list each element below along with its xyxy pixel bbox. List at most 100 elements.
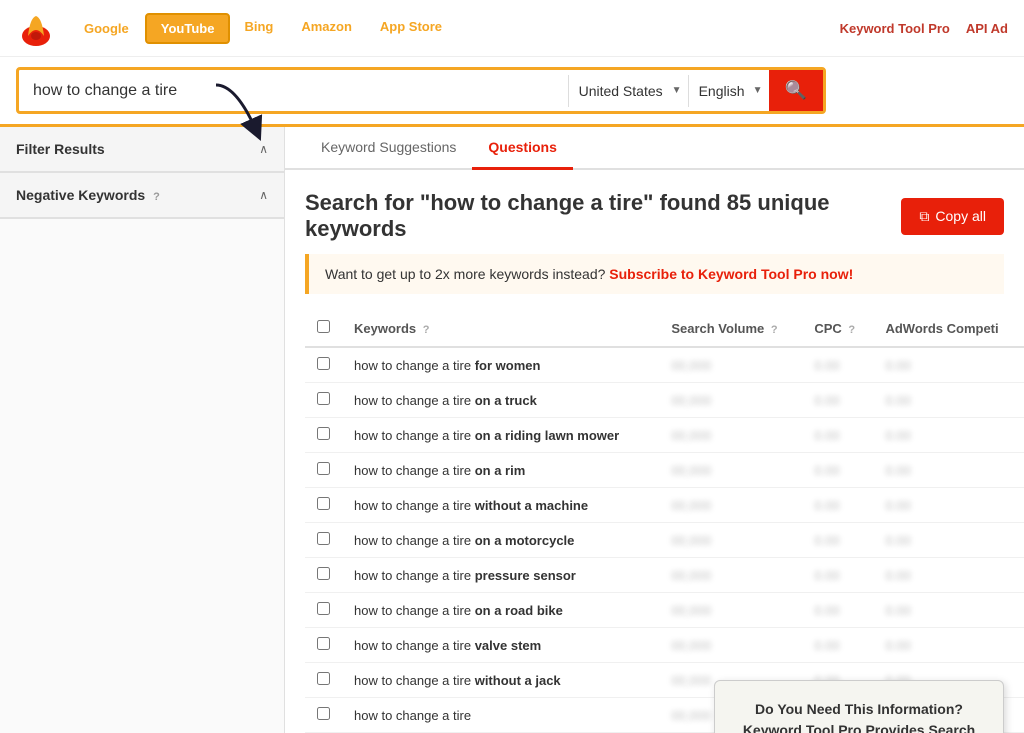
content-area: Keyword Suggestions Questions Search for… [285, 127, 1024, 733]
row-checkbox-cell [305, 488, 342, 523]
row-cpc: 0.00 [802, 383, 873, 418]
row-volume: 00,000 [659, 347, 802, 383]
table-row: how to change a tire valve stem00,0000.0… [305, 628, 1024, 663]
tab-amazon[interactable]: Amazon [287, 13, 366, 44]
table-row: how to change a tire on a motorcycle00,0… [305, 523, 1024, 558]
row-keyword: how to change a tire without a jack [342, 663, 659, 698]
table-row: how to change a tire on a road bike00,00… [305, 593, 1024, 628]
header: Google YouTube Bing Amazon App Store Key… [0, 0, 1024, 57]
header-keywords: Keywords ? [342, 310, 659, 347]
filter-results-title: Filter Results [16, 141, 105, 157]
api-link[interactable]: API Ad [966, 21, 1008, 36]
row-keyword: how to change a tire on a rim [342, 453, 659, 488]
row-checkbox[interactable] [317, 567, 330, 580]
row-cpc: 0.00 [802, 488, 873, 523]
negative-keywords-title: Negative Keywords ? [16, 187, 160, 203]
copy-all-label: Copy all [935, 208, 986, 224]
row-volume: 00,000 [659, 593, 802, 628]
tab-google[interactable]: Google [68, 13, 145, 44]
row-cpc: 0.00 [802, 418, 873, 453]
negative-keywords-chevron-icon: ∧ [259, 188, 268, 202]
header-cpc: CPC ? [802, 310, 873, 347]
table-row: how to change a tire without a machine00… [305, 488, 1024, 523]
row-checkbox[interactable] [317, 497, 330, 510]
row-adwords: 0.00 [873, 488, 1024, 523]
row-checkbox[interactable] [317, 357, 330, 370]
row-checkbox-cell [305, 558, 342, 593]
row-checkbox-cell [305, 663, 342, 698]
search-button[interactable]: 🔍 [769, 70, 823, 111]
tooltip-pro-link[interactable]: Keyword Tool Pro Provides Search Volume … [739, 722, 978, 733]
tooltip-line1: Do You Need This Information? [735, 699, 983, 720]
row-checkbox[interactable] [317, 707, 330, 720]
row-checkbox[interactable] [317, 672, 330, 685]
header-adwords: AdWords Competi [873, 310, 1024, 347]
row-keyword: how to change a tire without a machine [342, 488, 659, 523]
row-keyword: how to change a tire on a road bike [342, 593, 659, 628]
row-cpc: 0.00 [802, 558, 873, 593]
content-tabs: Keyword Suggestions Questions [285, 127, 1024, 170]
row-adwords: 0.00 [873, 453, 1024, 488]
row-volume: 00,000 [659, 628, 802, 663]
search-icon: 🔍 [785, 80, 807, 100]
search-bar: United States English 🔍 [16, 67, 826, 114]
row-checkbox-cell [305, 523, 342, 558]
row-checkbox[interactable] [317, 602, 330, 615]
row-keyword: how to change a tire for women [342, 347, 659, 383]
row-keyword: how to change a tire on a motorcycle [342, 523, 659, 558]
table-row: how to change a tire on a rim00,0000.000… [305, 453, 1024, 488]
pro-link[interactable]: Keyword Tool Pro [840, 21, 950, 36]
row-adwords: 0.00 [873, 383, 1024, 418]
row-cpc: 0.00 [802, 523, 873, 558]
results-title-prefix: Search for "how to change a tire" found [305, 190, 727, 215]
copy-all-button[interactable]: ⧉ Copy all [901, 198, 1004, 235]
tooltip-line2: Keyword Tool Pro Provides Search Volume … [735, 720, 983, 733]
country-select[interactable]: United States [568, 75, 688, 107]
header-left: Google YouTube Bing Amazon App Store [16, 8, 456, 48]
header-search-volume: Search Volume ? [659, 310, 802, 347]
row-checkbox[interactable] [317, 392, 330, 405]
row-cpc: 0.00 [802, 628, 873, 663]
select-all-checkbox[interactable] [317, 320, 330, 333]
tab-bing[interactable]: Bing [230, 13, 287, 44]
tab-youtube[interactable]: YouTube [145, 13, 231, 44]
sidebar-filter-section: Filter Results ∧ [0, 127, 284, 173]
row-checkbox[interactable] [317, 637, 330, 650]
row-checkbox[interactable] [317, 462, 330, 475]
keywords-table: Keywords ? Search Volume ? CPC ? AdWor [305, 310, 1024, 733]
table-container: Keywords ? Search Volume ? CPC ? AdWor [285, 310, 1024, 733]
row-checkbox-cell [305, 347, 342, 383]
row-checkbox[interactable] [317, 427, 330, 440]
table-row: how to change a tire for women00,000 0.00… [305, 347, 1024, 383]
logo-icon [16, 8, 56, 48]
filter-results-header[interactable]: Filter Results ∧ [0, 127, 284, 172]
row-volume: 00,000 [659, 383, 802, 418]
copy-icon: ⧉ [919, 208, 929, 225]
tab-questions[interactable]: Questions [472, 127, 572, 170]
row-checkbox-cell [305, 418, 342, 453]
row-keyword: how to change a tire on a riding lawn mo… [342, 418, 659, 453]
country-select-wrapper: United States [568, 75, 688, 107]
row-checkbox-cell [305, 383, 342, 418]
row-adwords: 0.00 [873, 347, 1024, 383]
tab-keyword-suggestions[interactable]: Keyword Suggestions [305, 127, 472, 170]
row-volume: 00,000 [659, 558, 802, 593]
row-volume: 00,000 [659, 418, 802, 453]
pro-banner-text: Want to get up to 2x more keywords inste… [325, 266, 605, 282]
row-volume: 00,000 [659, 523, 802, 558]
negative-keywords-header[interactable]: Negative Keywords ? ∧ [0, 173, 284, 218]
row-adwords: 0.00 [873, 628, 1024, 663]
row-checkbox[interactable] [317, 532, 330, 545]
search-input[interactable] [19, 72, 568, 110]
table-row: how to change a tire pressure sensor00,0… [305, 558, 1024, 593]
results-count: 85 [727, 190, 751, 215]
language-select[interactable]: English [688, 75, 769, 107]
row-adwords: 0.00 [873, 558, 1024, 593]
cpc-help-icon: ? [848, 324, 855, 336]
sidebar: Filter Results ∧ Negative Keywords ? ∧ [0, 127, 285, 733]
search-volume-help-icon: ? [771, 324, 778, 336]
nav-tabs: Google YouTube Bing Amazon App Store [68, 13, 456, 44]
pro-banner-cta[interactable]: Subscribe to Keyword Tool Pro now! [609, 266, 853, 282]
row-cpc: 0.00 [802, 453, 873, 488]
tab-appstore[interactable]: App Store [366, 13, 456, 44]
